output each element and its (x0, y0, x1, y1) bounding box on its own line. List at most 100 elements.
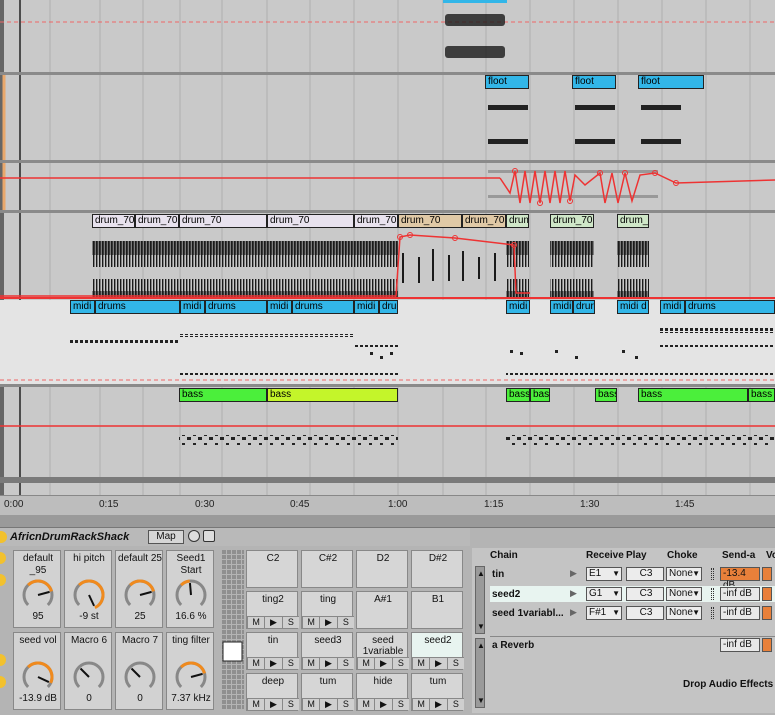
send-value[interactable]: -13.4 dB (720, 567, 760, 591)
receive-dropdown[interactable]: G1 ▼ (586, 587, 622, 601)
chain-list[interactable]: Chain Receive Play Choke Send-a Vo ▲ ▼ t… (472, 548, 775, 713)
knob-icon[interactable] (173, 661, 209, 691)
choke-dropdown[interactable]: None ▼ (666, 567, 702, 581)
mute-button[interactable]: M (302, 698, 320, 710)
mute-button[interactable]: M (247, 698, 265, 710)
macro-knob[interactable]: default _95 95 (13, 550, 61, 628)
drum-pad[interactable]: ting2 M ▶ S (246, 591, 299, 629)
mute-button[interactable]: M (412, 657, 430, 669)
mute-button[interactable]: M (357, 657, 375, 669)
drum-pad[interactable]: tum M ▶ S (411, 673, 464, 711)
chain-row[interactable]: seed 1variabl... ▶ F#1 ▼ C3 None ▼ -inf dB (490, 605, 775, 621)
solo-button[interactable]: S (446, 698, 464, 710)
play-icon[interactable]: ▶ (570, 607, 577, 618)
drum-pad[interactable]: C#2 (301, 550, 353, 588)
return-vol[interactable] (762, 638, 772, 652)
scroll-down-icon[interactable]: ▼ (477, 696, 485, 705)
play-note[interactable]: C3 (626, 587, 664, 601)
vol-value[interactable] (762, 606, 772, 620)
drum-pad[interactable]: ting M ▶ S (301, 591, 354, 629)
choke-dropdown[interactable]: None ▼ (666, 606, 702, 620)
macro-knob[interactable]: default 25 25 (115, 550, 163, 628)
play-icon[interactable]: ▶ (570, 568, 577, 579)
play-icon[interactable]: ▶ (319, 698, 337, 710)
map-button[interactable]: Map (148, 530, 184, 544)
play-icon[interactable]: ▶ (264, 657, 282, 669)
choke-dropdown[interactable]: None ▼ (666, 587, 702, 601)
mute-button[interactable]: M (247, 657, 265, 669)
macro-knob[interactable]: Macro 6 0 (64, 632, 112, 710)
receive-dropdown[interactable]: E1 ▼ (586, 567, 622, 581)
solo-button[interactable]: S (391, 698, 409, 710)
chain-scrollbar[interactable]: ▲ ▼ (475, 566, 485, 634)
solo-button[interactable]: S (281, 616, 299, 628)
track-midi-drums[interactable]: midi drums midi drums midi drums midi dr… (0, 300, 775, 384)
return-chain-row[interactable]: a Reverb -inf dB (490, 636, 775, 652)
drum-pad[interactable]: D#2 (411, 550, 463, 588)
mute-button[interactable]: M (302, 657, 320, 669)
track-automation[interactable] (0, 163, 775, 210)
play-icon[interactable]: ▶ (264, 616, 282, 628)
solo-button[interactable]: S (281, 698, 299, 710)
knob-icon[interactable] (71, 579, 107, 609)
chain-row[interactable]: tin ▶ E1▼ C3 None▼ -13.4 dB (490, 566, 775, 591)
mute-button[interactable]: M (357, 698, 375, 710)
play-icon[interactable]: ▶ (429, 657, 447, 669)
pad-overview-icon[interactable] (222, 550, 244, 710)
track-bass[interactable]: bass bass bass bass bass bass bass (0, 387, 775, 477)
knob-icon[interactable] (20, 661, 56, 691)
drum-pad[interactable]: seed 1variable M ▶ S (356, 632, 409, 670)
vol-value[interactable] (762, 587, 772, 601)
time-ruler[interactable]: 0:00 0:15 0:30 0:45 1:00 1:15 1:30 1:45 (0, 495, 775, 515)
knob-icon[interactable] (122, 661, 158, 691)
play-icon[interactable]: ▶ (570, 588, 577, 599)
chain-row[interactable]: seed2 ▶ G1 ▼ C3 None ▼ -inf dB (490, 586, 775, 602)
play-note[interactable]: C3 (626, 567, 664, 581)
solo-button[interactable]: S (391, 657, 409, 669)
macro-knob[interactable]: hi pitch -9 st (64, 550, 112, 628)
drum-pad[interactable]: tum M ▶ S (301, 673, 354, 711)
device-power-icon[interactable] (0, 531, 7, 543)
vol-value[interactable] (762, 567, 772, 581)
play-icon[interactable]: ▶ (319, 616, 337, 628)
drum-pad[interactable]: B1 (411, 591, 463, 629)
chain-icon[interactable] (188, 530, 200, 542)
mute-button[interactable]: M (302, 616, 320, 628)
return-scrollbar[interactable]: ▲ ▼ (475, 638, 485, 708)
scroll-up-icon[interactable]: ▲ (477, 569, 485, 578)
scroll-down-icon[interactable]: ▼ (477, 622, 485, 631)
track-drum-audio[interactable]: drum_70 drum_70 drum_70 drum_70 drum_70 … (0, 213, 775, 297)
play-icon[interactable]: ▶ (374, 657, 392, 669)
solo-button[interactable]: S (446, 657, 464, 669)
solo-button[interactable]: S (281, 657, 299, 669)
knob-icon[interactable] (71, 661, 107, 691)
solo-button[interactable]: S (336, 698, 354, 710)
save-icon[interactable] (203, 530, 215, 542)
drum-pad[interactable]: D2 (356, 550, 408, 588)
return-send[interactable]: -inf dB (720, 638, 760, 652)
drum-pad[interactable]: seed2 M ▶ S (411, 632, 464, 670)
solo-button[interactable]: S (336, 616, 354, 628)
mute-button[interactable]: M (247, 616, 265, 628)
track-top-audio[interactable] (0, 0, 775, 72)
play-note[interactable]: C3 (626, 606, 664, 620)
send-value[interactable]: -inf dB (720, 606, 760, 620)
macro-knob[interactable]: Seed1 Start 16.6 % (166, 550, 214, 628)
drum-pad[interactable]: C2 (246, 550, 298, 588)
arrangement-view[interactable]: floot floot floot drum_70 drum_70 drum_7… (0, 0, 775, 495)
drag-handle[interactable] (711, 588, 714, 600)
knob-icon[interactable] (20, 579, 56, 609)
play-icon[interactable]: ▶ (374, 698, 392, 710)
play-icon[interactable]: ▶ (429, 698, 447, 710)
play-icon[interactable]: ▶ (319, 657, 337, 669)
drum-pad[interactable]: A#1 (356, 591, 408, 629)
knob-icon[interactable] (122, 579, 158, 609)
track-floot[interactable]: floot floot floot (0, 75, 775, 160)
drum-pad[interactable]: hide M ▶ S (356, 673, 409, 711)
device-view[interactable]: AfricnDrumRackShack Map default _95 95 hi… (0, 527, 775, 715)
send-value[interactable]: -inf dB (720, 587, 760, 601)
solo-button[interactable]: S (336, 657, 354, 669)
macro-knob[interactable]: Macro 7 0 (115, 632, 163, 710)
drum-pad[interactable]: tin M ▶ S (246, 632, 299, 670)
mute-button[interactable]: M (412, 698, 430, 710)
